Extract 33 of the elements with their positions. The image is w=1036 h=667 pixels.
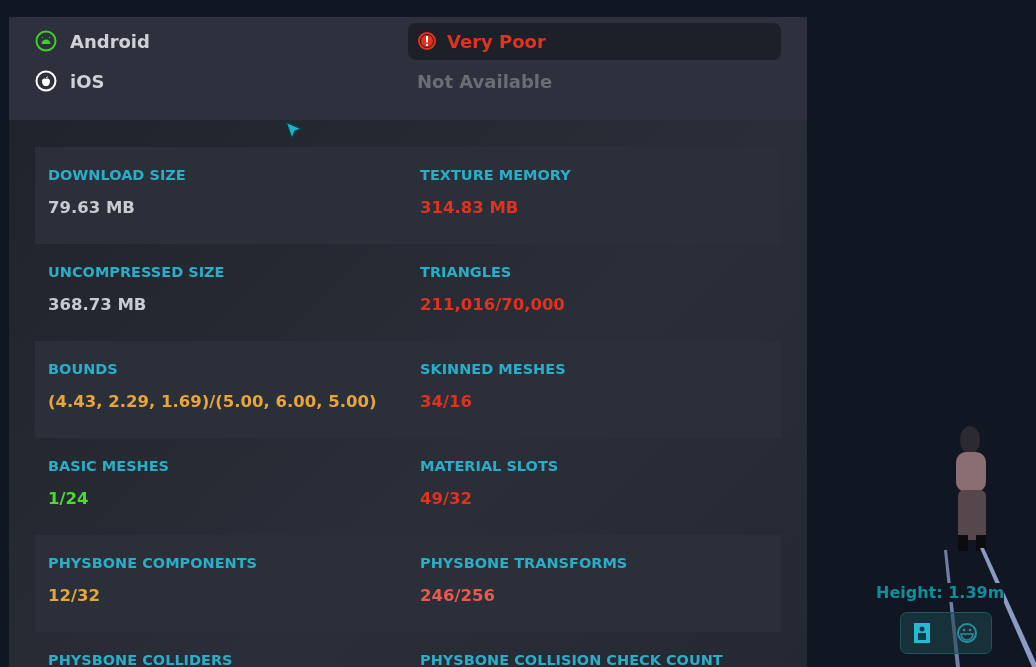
stat-label: BASIC MESHES xyxy=(48,458,171,474)
stat-value: 1/24 xyxy=(48,489,90,508)
stat-value: 12/32 xyxy=(48,586,101,605)
person-info-button[interactable] xyxy=(914,623,930,643)
stat-label: PHYSBONE COMPONENTS xyxy=(48,555,259,571)
stat-value: (4.43, 2.29, 1.69)/(5.00, 6.00, 5.00) xyxy=(48,392,378,411)
apple-icon xyxy=(35,70,57,92)
stat-value: 79.63 MB xyxy=(48,198,136,217)
stat-value: 34/16 xyxy=(420,392,473,411)
stat-value: 314.83 MB xyxy=(420,198,520,217)
stat-value: 368.73 MB xyxy=(48,295,148,314)
android-icon xyxy=(35,30,57,52)
stat-label: MATERIAL SLOTS xyxy=(420,458,560,474)
stat-label: DOWNLOAD SIZE xyxy=(48,167,187,183)
performance-rating: Very Poor xyxy=(447,30,546,52)
stat-value: 246/256 xyxy=(420,586,496,605)
cursor-icon xyxy=(284,120,304,142)
alert-icon xyxy=(417,31,437,51)
stat-label: BOUNDS xyxy=(48,361,119,377)
stat-value: 211,016/70,000 xyxy=(420,295,566,314)
face-button[interactable] xyxy=(956,622,978,644)
stat-label: PHYSBONE COLLIDERS xyxy=(48,652,234,667)
platform-name: Android xyxy=(70,30,150,52)
avatar-height: Height: 1.39m xyxy=(876,583,1005,602)
stat-label: PHYSBONE COLLISION CHECK COUNT xyxy=(420,652,724,667)
stat-label: TRIANGLES xyxy=(420,264,513,280)
performance-rating: Not Available xyxy=(417,70,553,92)
stat-label: PHYSBONE TRANSFORMS xyxy=(420,555,629,571)
stat-label: UNCOMPRESSED SIZE xyxy=(48,264,226,280)
stat-label: SKINNED MESHES xyxy=(420,361,567,377)
platform-name: iOS xyxy=(70,70,105,92)
stat-label: TEXTURE MEMORY xyxy=(420,167,572,183)
stat-value: 49/32 xyxy=(420,489,473,508)
